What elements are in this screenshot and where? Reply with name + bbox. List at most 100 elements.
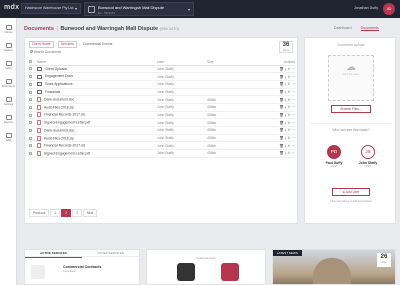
sidebar-item-clients[interactable]: Clients xyxy=(0,23,17,37)
more-icon[interactable]: ⋯ xyxy=(291,121,295,125)
table-row[interactable]: Dank-document.doc John Staffy 456kb 🗑⤓⇪⋯ xyxy=(29,95,295,104)
file-name[interactable]: Dank-document.doc xyxy=(44,128,74,132)
row-select[interactable] xyxy=(29,126,37,135)
delete-icon[interactable]: 🗑 xyxy=(279,144,284,148)
news-card[interactable]: LATEST NEWS 26 June xyxy=(272,249,396,285)
download-icon[interactable]: ⤓ xyxy=(285,105,287,109)
app-tile-icon[interactable] xyxy=(177,263,195,281)
share-icon[interactable]: ⇪ xyxy=(287,98,290,102)
share-icon[interactable]: ⇪ xyxy=(287,90,290,94)
app-logo[interactable]: mdx xyxy=(4,4,19,11)
row-name[interactable]: Signed-Engagement-Letter.pdf xyxy=(37,149,157,158)
download-icon[interactable]: ⤓ xyxy=(285,98,287,102)
download-icon[interactable]: ⤓ xyxy=(285,67,287,71)
share-icon[interactable]: ⇪ xyxy=(287,136,290,140)
tab-active-services[interactable]: ACTIVE SERVICES xyxy=(25,250,82,258)
delete-icon[interactable]: 🗑 xyxy=(279,67,284,71)
delete-icon[interactable]: 🗑 xyxy=(279,151,284,155)
row-select[interactable] xyxy=(29,111,37,120)
drop-zone[interactable]: ☁ Drop files here xyxy=(328,55,374,101)
person-card[interactable]: JS John Staffy Staff xyxy=(353,145,383,168)
row-name[interactable]: Audit-Files-2018.zip xyxy=(37,134,157,143)
delete-icon[interactable]: 🗑 xyxy=(279,82,284,86)
file-name[interactable]: Signed-Engagement-Letter.pdf xyxy=(44,151,90,155)
row-select[interactable] xyxy=(29,149,37,158)
add-user-button[interactable]: ⊕ Add User xyxy=(332,188,370,196)
sidebar-item-documents[interactable]: Documents xyxy=(0,77,17,91)
share-icon[interactable]: ⇪ xyxy=(287,113,290,117)
file-name[interactable]: Dank-document.doc xyxy=(44,97,74,101)
delete-icon[interactable]: 🗑 xyxy=(279,128,284,132)
checkbox[interactable] xyxy=(29,144,32,148)
row-select[interactable] xyxy=(29,72,37,81)
pager-page-2[interactable]: 2 xyxy=(61,209,71,217)
row-select[interactable] xyxy=(29,134,37,143)
more-icon[interactable]: ⋯ xyxy=(291,136,295,140)
file-name[interactable]: Grant Applications xyxy=(45,82,73,86)
browse-files-button[interactable]: Browse Files... xyxy=(331,105,371,113)
file-name[interactable]: Audit-Files-2018.zip xyxy=(44,136,74,140)
delete-icon[interactable]: 🗑 xyxy=(279,121,284,125)
table-row[interactable]: Signed-Engagement-Letter.pdf John Staffy 4… xyxy=(29,118,295,127)
file-name[interactable]: Client Uploads xyxy=(45,67,67,71)
more-icon[interactable]: ⋯ xyxy=(291,151,295,155)
more-icon[interactable]: ⋯ xyxy=(291,98,295,102)
checkbox[interactable] xyxy=(29,121,32,125)
search-input[interactable] xyxy=(29,49,99,55)
more-icon[interactable]: ⋯ xyxy=(291,75,295,79)
checkbox[interactable] xyxy=(29,152,32,156)
table-row[interactable]: Signed-Engagement-Letter.pdf John Staffy 4… xyxy=(29,149,295,158)
more-icon[interactable]: ⋯ xyxy=(291,105,295,109)
row-select[interactable] xyxy=(29,95,37,104)
row-select[interactable] xyxy=(29,80,37,89)
row-name[interactable]: Dank-document.doc xyxy=(37,95,157,104)
delete-icon[interactable]: 🗑 xyxy=(279,90,284,94)
sidebar-item-reports[interactable]: Reports xyxy=(0,113,17,127)
pager-page-1[interactable]: 1 xyxy=(50,209,61,217)
table-row[interactable]: Audit-Files-2018.zip John Staffy 456kb 🗑⤓⇪⋯ xyxy=(29,134,295,143)
table-row[interactable]: Engagement Docs John Staffy 🗑⤓⇪⋯ xyxy=(29,72,295,81)
table-row[interactable]: Dank-document.doc John Staffy 456kb 🗑⤓⇪⋯ xyxy=(29,126,295,135)
tab-other-services[interactable]: OTHER SERVICES xyxy=(82,250,139,257)
tab-dashboard[interactable]: Dashboard xyxy=(334,26,352,30)
download-icon[interactable]: ⤓ xyxy=(285,75,287,79)
more-icon[interactable]: ⋯ xyxy=(291,128,295,132)
checkbox[interactable] xyxy=(29,75,32,79)
table-row[interactable]: Financials John Staffy 🗑⤓⇪⋯ xyxy=(29,88,295,97)
pager-page-3[interactable]: 3 xyxy=(71,209,82,217)
share-icon[interactable]: ⇪ xyxy=(287,67,290,71)
tab-documents[interactable]: Documents xyxy=(360,26,379,31)
checkbox[interactable] xyxy=(29,128,32,132)
download-icon[interactable]: ⤓ xyxy=(285,82,287,86)
row-name[interactable]: Audit-Files-2018.zip xyxy=(37,103,157,112)
download-icon[interactable]: ⤓ xyxy=(285,151,287,155)
share-icon[interactable]: ⇪ xyxy=(287,105,290,109)
download-icon[interactable]: ⤓ xyxy=(285,90,287,94)
download-icon[interactable]: ⤓ xyxy=(285,128,287,132)
file-name[interactable]: Financial-Records-2017.xls xyxy=(44,144,85,148)
pager-previous[interactable]: Previous xyxy=(29,209,50,217)
download-icon[interactable]: ⤓ xyxy=(285,113,287,117)
file-name[interactable]: Audit-Files-2018.zip xyxy=(44,105,74,109)
row-select[interactable] xyxy=(29,141,37,151)
share-icon[interactable]: ⇪ xyxy=(287,121,290,125)
row-select[interactable] xyxy=(29,103,37,112)
file-name[interactable]: Engagement Docs xyxy=(45,74,73,78)
share-icon[interactable]: ⇪ xyxy=(287,82,290,86)
row-select[interactable] xyxy=(29,65,37,74)
delete-icon[interactable]: 🗑 xyxy=(279,113,284,117)
file-name[interactable]: Financials xyxy=(45,90,60,94)
checkbox[interactable] xyxy=(29,113,32,117)
share-icon[interactable]: ⇪ xyxy=(287,75,290,79)
share-icon[interactable]: ⇪ xyxy=(287,151,290,155)
app-tile-icon[interactable] xyxy=(221,263,239,281)
sidebar-item-matters[interactable]: Matters xyxy=(0,41,17,55)
row-name[interactable]: Financial-Records-2017.xls xyxy=(37,111,157,120)
checkbox[interactable] xyxy=(29,82,32,86)
delete-icon[interactable]: 🗑 xyxy=(279,75,284,79)
delete-icon[interactable]: 🗑 xyxy=(279,98,284,102)
row-name[interactable]: Grant Applications xyxy=(37,80,157,89)
matter-selector[interactable]: Burwood and Warringah Mall Dispute Ex · … xyxy=(84,2,194,16)
row-name[interactable]: Financials xyxy=(37,88,157,97)
user-avatar[interactable]: JD xyxy=(383,3,395,15)
